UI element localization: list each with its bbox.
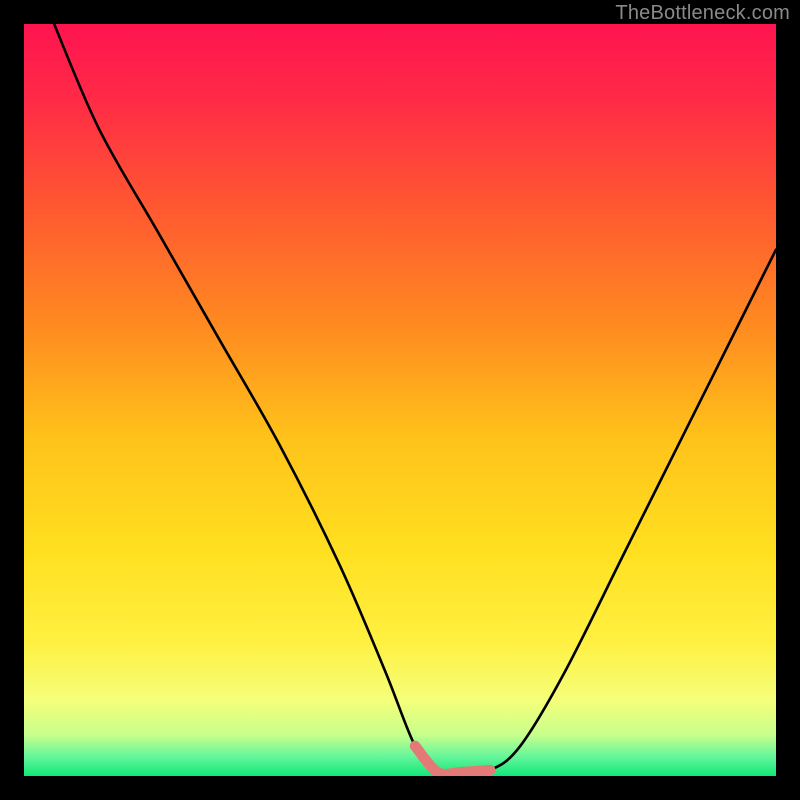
bottleneck-curve: [54, 24, 776, 774]
chart-frame: TheBottleneck.com: [0, 0, 800, 800]
optimal-range-highlight: [415, 746, 490, 774]
curve-layer: [24, 24, 776, 776]
watermark-text: TheBottleneck.com: [615, 2, 790, 25]
plot-area: [24, 24, 776, 776]
